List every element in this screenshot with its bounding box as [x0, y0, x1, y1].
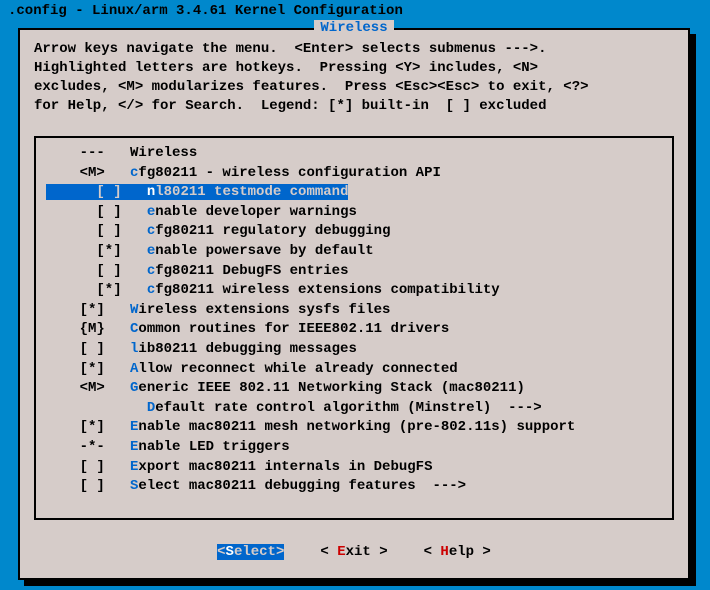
item-mark: [*]: [46, 302, 130, 318]
item-mark: [46, 400, 147, 416]
item-hotkey: c: [147, 223, 155, 239]
item-mark: <M>: [46, 165, 130, 181]
menu-item[interactable]: {M} Common routines for IEEE802.11 drive…: [46, 320, 662, 340]
item-label: ib80211 debugging messages: [138, 341, 356, 357]
dialog: Wireless Arrow keys navigate the menu. <…: [18, 28, 690, 580]
button-pre: <: [424, 544, 441, 560]
item-label: nable mac80211 mesh networking (pre-802.…: [138, 419, 575, 435]
item-mark: [ ]: [46, 184, 147, 200]
dialog-button[interactable]: <Select>: [217, 544, 284, 560]
button-post: elect>: [234, 544, 284, 560]
item-label: elect mac80211 debugging features --->: [138, 478, 466, 494]
item-mark: [*]: [46, 419, 130, 435]
menu-item[interactable]: [ ] lib80211 debugging messages: [46, 340, 662, 360]
item-mark: [ ]: [46, 263, 147, 279]
menu-item[interactable]: [ ] cfg80211 regulatory debugging: [46, 222, 662, 242]
button-post: xit >: [346, 544, 388, 560]
menu-item[interactable]: --- Wireless: [46, 144, 662, 164]
item-hotkey: n: [147, 184, 155, 200]
menu-item[interactable]: [ ] nl80211 testmode command: [46, 183, 662, 203]
menu-item[interactable]: -*- Enable LED triggers: [46, 438, 662, 458]
window-title: .config - Linux/arm 3.4.61 Kernel Config…: [0, 0, 710, 22]
item-label: fg80211 regulatory debugging: [155, 223, 390, 239]
menu-item[interactable]: Default rate control algorithm (Minstrel…: [46, 399, 662, 419]
button-hotkey: E: [337, 544, 345, 560]
dialog-button[interactable]: < Exit >: [320, 544, 387, 560]
item-label: Wireless: [130, 145, 197, 161]
item-hotkey: c: [147, 263, 155, 279]
item-mark: -*-: [46, 439, 130, 455]
item-label: xport mac80211 internals in DebugFS: [138, 459, 432, 475]
item-mark: [*]: [46, 361, 130, 377]
shadow: [690, 34, 696, 586]
button-pre: <: [217, 544, 225, 560]
menu-item[interactable]: [ ] Export mac80211 internals in DebugFS: [46, 458, 662, 478]
menu-item[interactable]: [ ] Select mac80211 debugging features -…: [46, 477, 662, 497]
menu-item[interactable]: [ ] cfg80211 DebugFS entries: [46, 262, 662, 282]
menu-item[interactable]: <M> cfg80211 - wireless configuration AP…: [46, 164, 662, 184]
item-mark: [ ]: [46, 223, 147, 239]
item-label: eneric IEEE 802.11 Networking Stack (mac…: [138, 380, 524, 396]
item-mark: [ ]: [46, 478, 130, 494]
menu-item[interactable]: [*] enable powersave by default: [46, 242, 662, 262]
dialog-title: Wireless: [314, 20, 393, 36]
item-mark: [ ]: [46, 341, 130, 357]
button-hotkey: H: [440, 544, 448, 560]
item-hotkey: c: [147, 282, 155, 298]
item-mark: ---: [46, 145, 130, 161]
menu-item[interactable]: <M> Generic IEEE 802.11 Networking Stack…: [46, 379, 662, 399]
item-mark: [*]: [46, 282, 147, 298]
item-hotkey: e: [147, 243, 155, 259]
item-mark: [ ]: [46, 204, 147, 220]
item-label: nable powersave by default: [155, 243, 373, 259]
item-hotkey: e: [147, 204, 155, 220]
button-post: elp >: [449, 544, 491, 560]
item-label: fg80211 DebugFS entries: [155, 263, 348, 279]
item-label: llow reconnect while already connected: [138, 361, 457, 377]
item-hotkey: D: [147, 400, 155, 416]
menu-item[interactable]: [*] Wireless extensions sysfs files: [46, 301, 662, 321]
item-label: ommon routines for IEEE802.11 drivers: [138, 321, 449, 337]
item-label: efault rate control algorithm (Minstrel)…: [155, 400, 541, 416]
dialog-title-wrap: Wireless: [20, 20, 688, 36]
menu-item[interactable]: [ ] enable developer warnings: [46, 203, 662, 223]
button-hotkey: S: [226, 544, 234, 560]
shadow: [24, 580, 696, 586]
button-pre: <: [320, 544, 337, 560]
item-label: nable LED triggers: [138, 439, 289, 455]
menu-box: --- Wireless <M> cfg80211 - wireless con…: [34, 136, 674, 520]
item-label: l80211 testmode command: [155, 184, 348, 200]
menu-item[interactable]: [*] Allow reconnect while already connec…: [46, 360, 662, 380]
item-mark: {M}: [46, 321, 130, 337]
item-label: nable developer warnings: [155, 204, 357, 220]
item-label: ireless extensions sysfs files: [138, 302, 390, 318]
button-bar: <Select>< Exit >< Help >: [20, 544, 688, 560]
help-text: Arrow keys navigate the menu. <Enter> se…: [20, 30, 688, 122]
dialog-button[interactable]: < Help >: [424, 544, 491, 560]
item-label: fg80211 - wireless configuration API: [138, 165, 440, 181]
item-label: fg80211 wireless extensions compatibilit…: [155, 282, 499, 298]
item-mark: [*]: [46, 243, 147, 259]
item-mark: [ ]: [46, 459, 130, 475]
item-mark: <M>: [46, 380, 130, 396]
menu-item[interactable]: [*] Enable mac80211 mesh networking (pre…: [46, 418, 662, 438]
menu-item[interactable]: [*] cfg80211 wireless extensions compati…: [46, 281, 662, 301]
